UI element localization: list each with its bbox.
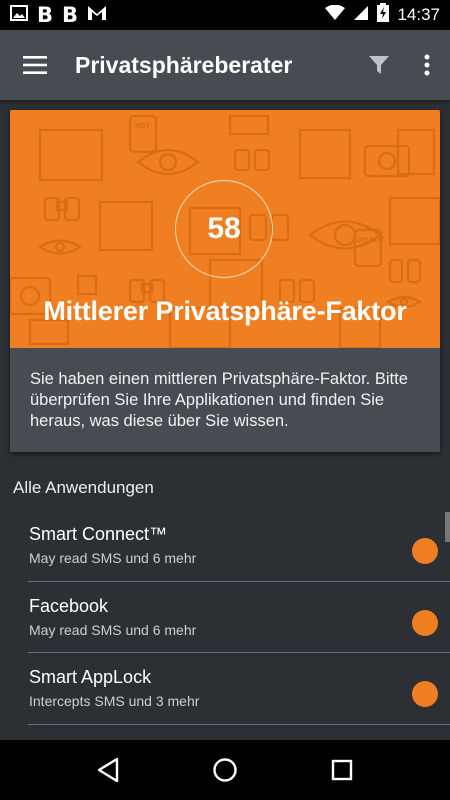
risk-indicator-dot: [412, 681, 438, 707]
clock: 14:37: [397, 5, 440, 24]
gmail-icon: [87, 5, 107, 26]
privacy-score-label: Mittlerer Privatsphäre-Faktor: [43, 296, 407, 326]
image-icon: [10, 4, 28, 27]
privacy-score-card[interactable]: NOT DO NOT 58 Mittlerer Privatsphäre-Fak…: [10, 110, 440, 452]
stamp-text: NOT: [135, 123, 151, 130]
app-name: Smart Connect™: [29, 524, 168, 544]
signal-icon: [353, 5, 369, 26]
hamburger-menu-icon[interactable]: [0, 30, 70, 100]
privacy-score-ring: 58: [175, 180, 273, 278]
privacy-score-value: 58: [207, 212, 241, 245]
section-header-all-apps: Alle Anwendungen: [13, 478, 154, 497]
list-item[interactable]: Smart Connect™ May read SMS und 6 mehr: [28, 510, 450, 582]
app-name: Facebook: [29, 595, 109, 616]
app-name: Smart AppLock: [29, 667, 152, 687]
more-vert-icon[interactable]: [404, 30, 450, 100]
app-permissions-summary: May read SMS und 6 mehr: [29, 550, 197, 566]
recents-icon[interactable]: [317, 745, 367, 795]
system-nav-bar: [0, 740, 450, 800]
back-icon[interactable]: [83, 745, 133, 795]
risk-indicator-dot: [412, 609, 438, 636]
app-list: Smart Connect™ May read SMS und 6 mehr F…: [0, 510, 450, 725]
privacy-score-banner: NOT DO NOT 58 Mittlerer Privatsphäre-Fak…: [10, 110, 440, 348]
home-icon[interactable]: [200, 745, 250, 795]
status-bar: B B 14:37: [0, 0, 450, 30]
risk-indicator-dot: [412, 538, 438, 564]
wifi-icon: [325, 4, 346, 26]
app-bar: Privatsphäreberater: [0, 30, 450, 100]
stamp-text: DO NOT: [357, 237, 385, 244]
app-permissions-summary: Intercepts SMS und 3 mehr: [29, 693, 200, 709]
filter-icon[interactable]: [354, 30, 404, 100]
privacy-score-description: Sie haben einen mittleren Privatsphäre-F…: [30, 370, 408, 430]
battery-charging-icon: [377, 3, 390, 27]
status-notification-b: B: [37, 2, 54, 27]
list-item[interactable]: Smart AppLock Intercepts SMS und 3 mehr: [28, 653, 450, 725]
list-item[interactable]: Facebook May read SMS und 6 mehr: [28, 582, 450, 653]
app-permissions-summary: May read SMS und 6 mehr: [29, 621, 197, 638]
page-title: Privatsphäreberater: [75, 51, 293, 78]
scrollbar[interactable]: [445, 512, 450, 542]
status-notification-b: B: [62, 2, 79, 27]
